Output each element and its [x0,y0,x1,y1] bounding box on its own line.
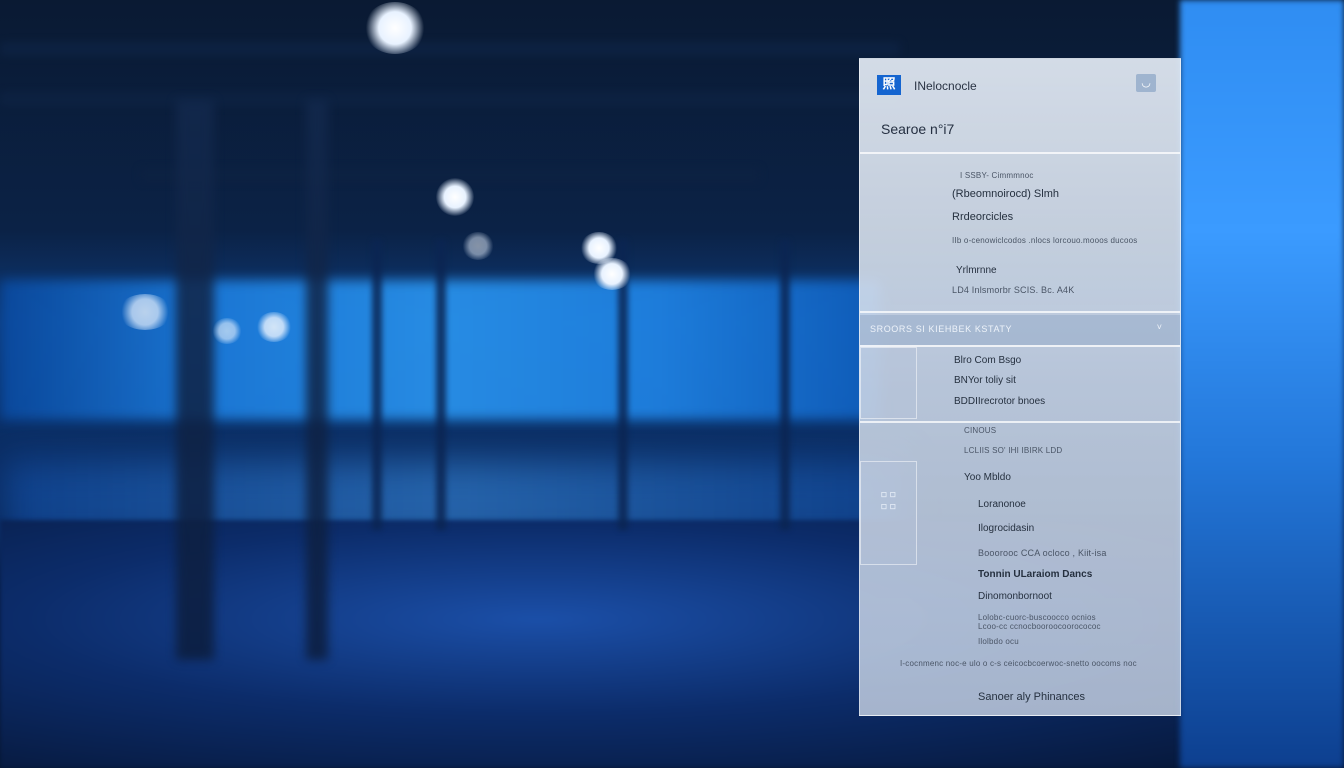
window-mullion [780,240,790,530]
header-action-icon[interactable]: ◡ [1136,74,1156,92]
result-tag: Yrlmrnne [956,265,997,276]
group-thumbnail [860,347,917,419]
app-title: INelocnocle [914,79,977,93]
chevron-down-icon[interactable]: ˅ [1157,322,1162,332]
item-description: Lolobc-cuorc-buscoocco ocnios [978,613,1096,622]
right-window-wall [1180,0,1344,768]
footer-text: I-cocnmenc noc-e ulo o c-s ceicocbcoerwo… [900,659,1137,668]
result-meta: I SSBY- Cimmmnoc [960,171,1034,180]
group-meta: LCLIIS SO' IHI IBIRK LDD [964,446,1063,455]
divider [860,421,1180,423]
list-item[interactable]: BDDIIrecrotor bnoes [954,396,1045,407]
list-item[interactable]: Booorooc CCA ocloco , Kiit-isa [978,548,1107,558]
app-logo-icon: 照 [877,75,901,95]
search-field[interactable]: Searoe n°i7 [881,121,954,137]
glass-panel: 照 INelocnocle ◡ Searoe n°i7 I SSBY- Cimm… [859,58,1181,716]
item-meta: Ilolbdo ocu [978,637,1019,646]
grid-icon: ▫▫ ▫▫ [880,487,898,514]
window-mullion [372,240,382,530]
section-header[interactable]: SROORS SI KIEHBEK KSTATY ˅ [860,315,1180,345]
result-code: LD4 Inlsmorbr SCIS. Bc. A4K [952,285,1075,295]
ceiling-light [436,178,474,216]
panel-header: 照 INelocnocle ◡ [860,59,1180,111]
ceiling-light [212,318,242,344]
ceiling-light [462,232,494,260]
list-item[interactable]: BNYor toliy sit [954,375,1016,386]
ceiling-light [592,258,632,290]
group-heading: Yoo Mbldo [964,472,1011,483]
section-label: SROORS SI KIEHBEK KSTATY [870,324,1013,334]
pillar [176,100,214,660]
divider [860,152,1180,154]
result-subtitle: Rrdeorcicles [952,211,1014,223]
ceiling-light [256,312,292,342]
result-description: IIb o-cenowiclcodos .nlocs lorcouo.mooos… [952,236,1138,245]
pillar [306,100,328,660]
divider [860,311,1180,313]
window-mullion [436,240,446,530]
result-title[interactable]: (Rbeomnoirocd) Slmh [952,188,1059,200]
ceiling-light [364,2,426,54]
group-meta: CINOUS [964,426,997,435]
list-item[interactable]: Loranonoe [978,499,1026,510]
highlighted-item[interactable]: Tonnin ULaraiom Dancs [978,569,1092,580]
ceiling-light [118,294,172,330]
list-item[interactable]: Dinomonbornoot [978,591,1052,602]
ceiling-beam [0,92,900,106]
item-description: Lcoo-cc ccnocbooroocoorocococ [978,622,1101,631]
footer-link-button[interactable]: Sanoer aly Phinances [978,691,1085,703]
ceiling-beam [0,42,900,56]
list-item[interactable]: Blro Com Bsgo [954,355,1021,366]
list-item[interactable]: Ilogrocidasin [978,523,1034,534]
